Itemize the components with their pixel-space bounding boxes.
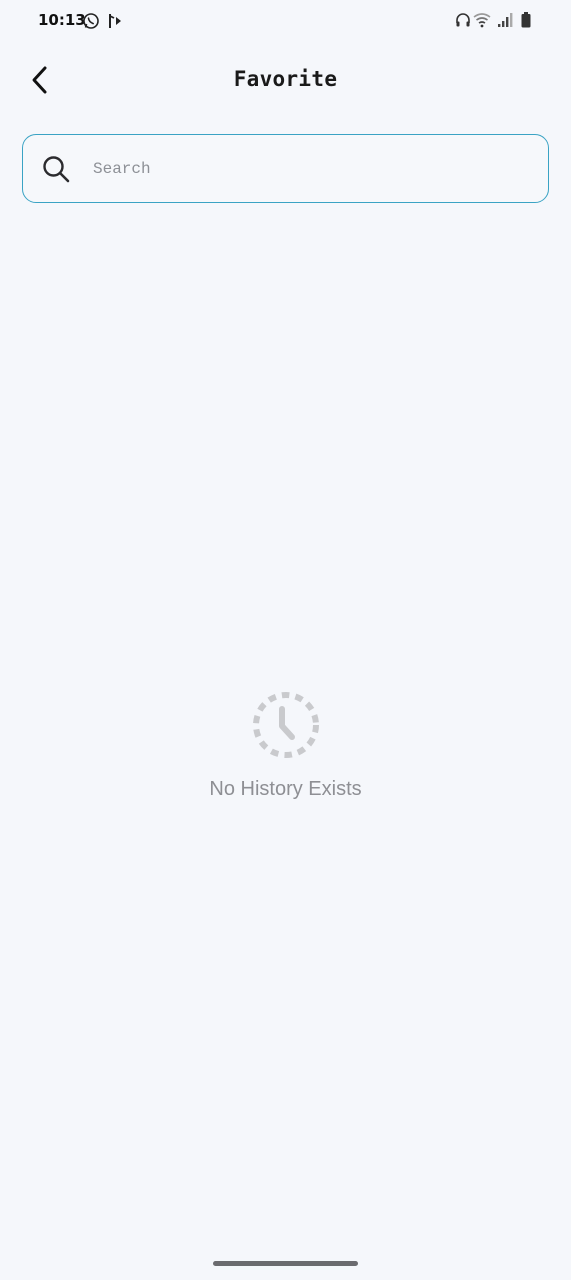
status-bar: 10:13 <box>0 0 571 42</box>
signal-icon <box>498 13 513 27</box>
search-input[interactable] <box>91 158 515 179</box>
search-box[interactable] <box>22 134 549 203</box>
search-icon <box>39 152 73 186</box>
app-bar: Favorite <box>0 52 571 108</box>
page-title: Favorite <box>233 67 338 91</box>
empty-state-message: No History Exists <box>209 778 362 800</box>
bluetooth-share-icon <box>109 14 121 28</box>
headphones-icon <box>456 13 470 27</box>
whatsapp-icon <box>83 13 99 29</box>
empty-state: No History Exists <box>0 690 571 801</box>
dashed-clock-icon <box>251 690 321 760</box>
wifi-icon <box>473 13 491 28</box>
battery-icon <box>521 12 531 28</box>
home-indicator[interactable] <box>213 1261 358 1266</box>
status-time: 10:13 <box>38 11 86 29</box>
